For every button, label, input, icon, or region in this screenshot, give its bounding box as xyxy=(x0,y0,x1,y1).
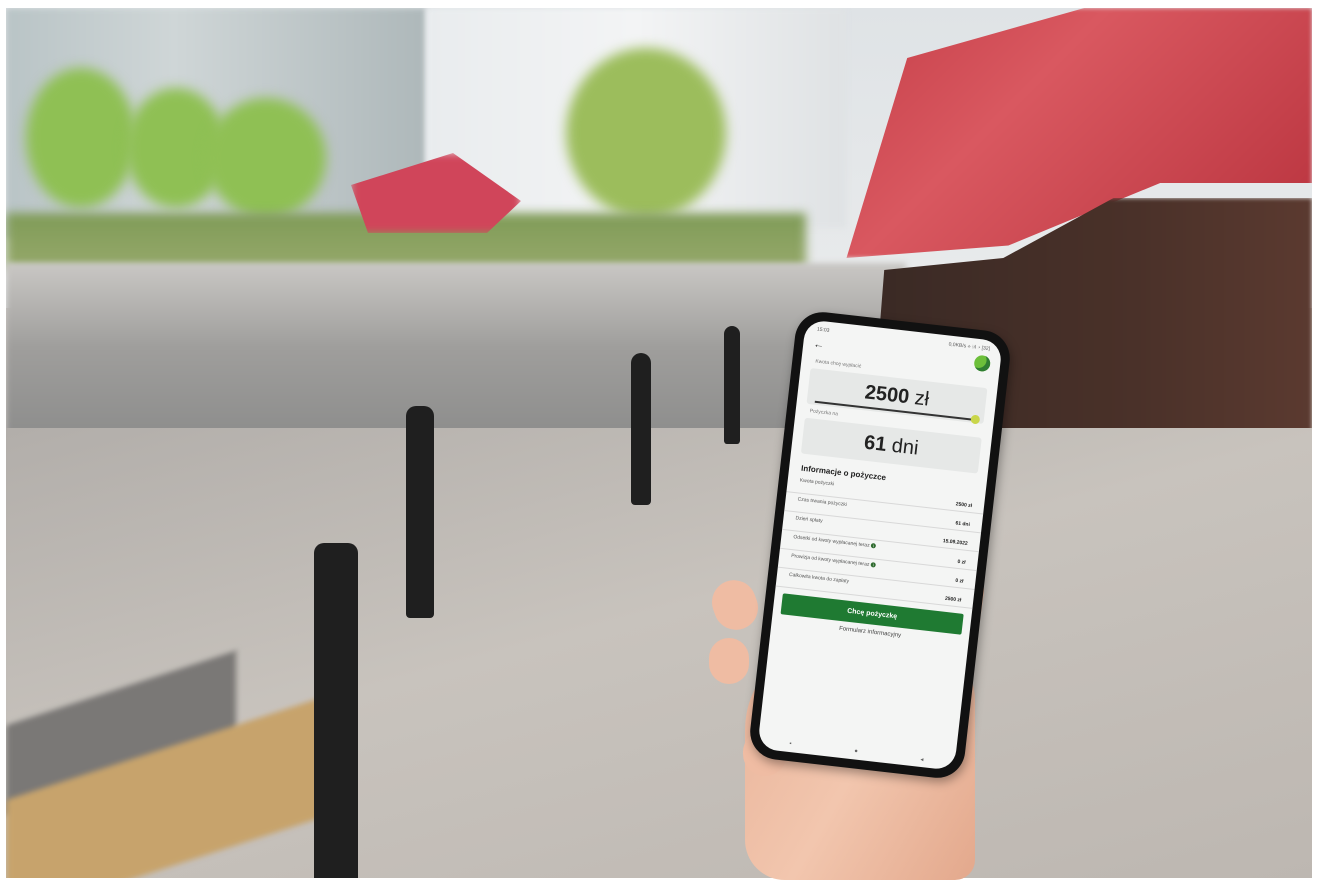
home-icon[interactable]: ● xyxy=(854,748,858,755)
period-unit: dni xyxy=(890,434,920,460)
bollard xyxy=(406,406,434,618)
finger xyxy=(705,573,765,637)
bollard xyxy=(724,326,740,444)
tree xyxy=(566,48,726,218)
amount-value: 2500 xyxy=(863,380,911,408)
amount-unit: zł xyxy=(913,386,931,411)
tree xyxy=(206,98,326,218)
info-icon[interactable]: i xyxy=(870,542,877,549)
bollard xyxy=(314,543,358,878)
triangle-back-icon[interactable]: ◂ xyxy=(920,756,924,763)
period-value: 61 xyxy=(863,431,888,456)
tree xyxy=(26,68,136,208)
brand-logo-icon xyxy=(973,354,992,373)
arrow-left-icon[interactable]: ← xyxy=(813,338,825,351)
phone-screen: 15:03 0,0KB/s ⟡ ⫶ıl ◔ [32] ← Kwota chcę … xyxy=(757,319,1003,771)
status-time: 15:03 xyxy=(816,326,830,334)
bollard xyxy=(631,353,651,505)
menu-icon[interactable]: ▪ xyxy=(789,741,792,748)
info-icon[interactable]: i xyxy=(870,562,877,568)
street-photo xyxy=(6,8,1312,878)
finger xyxy=(709,638,749,684)
